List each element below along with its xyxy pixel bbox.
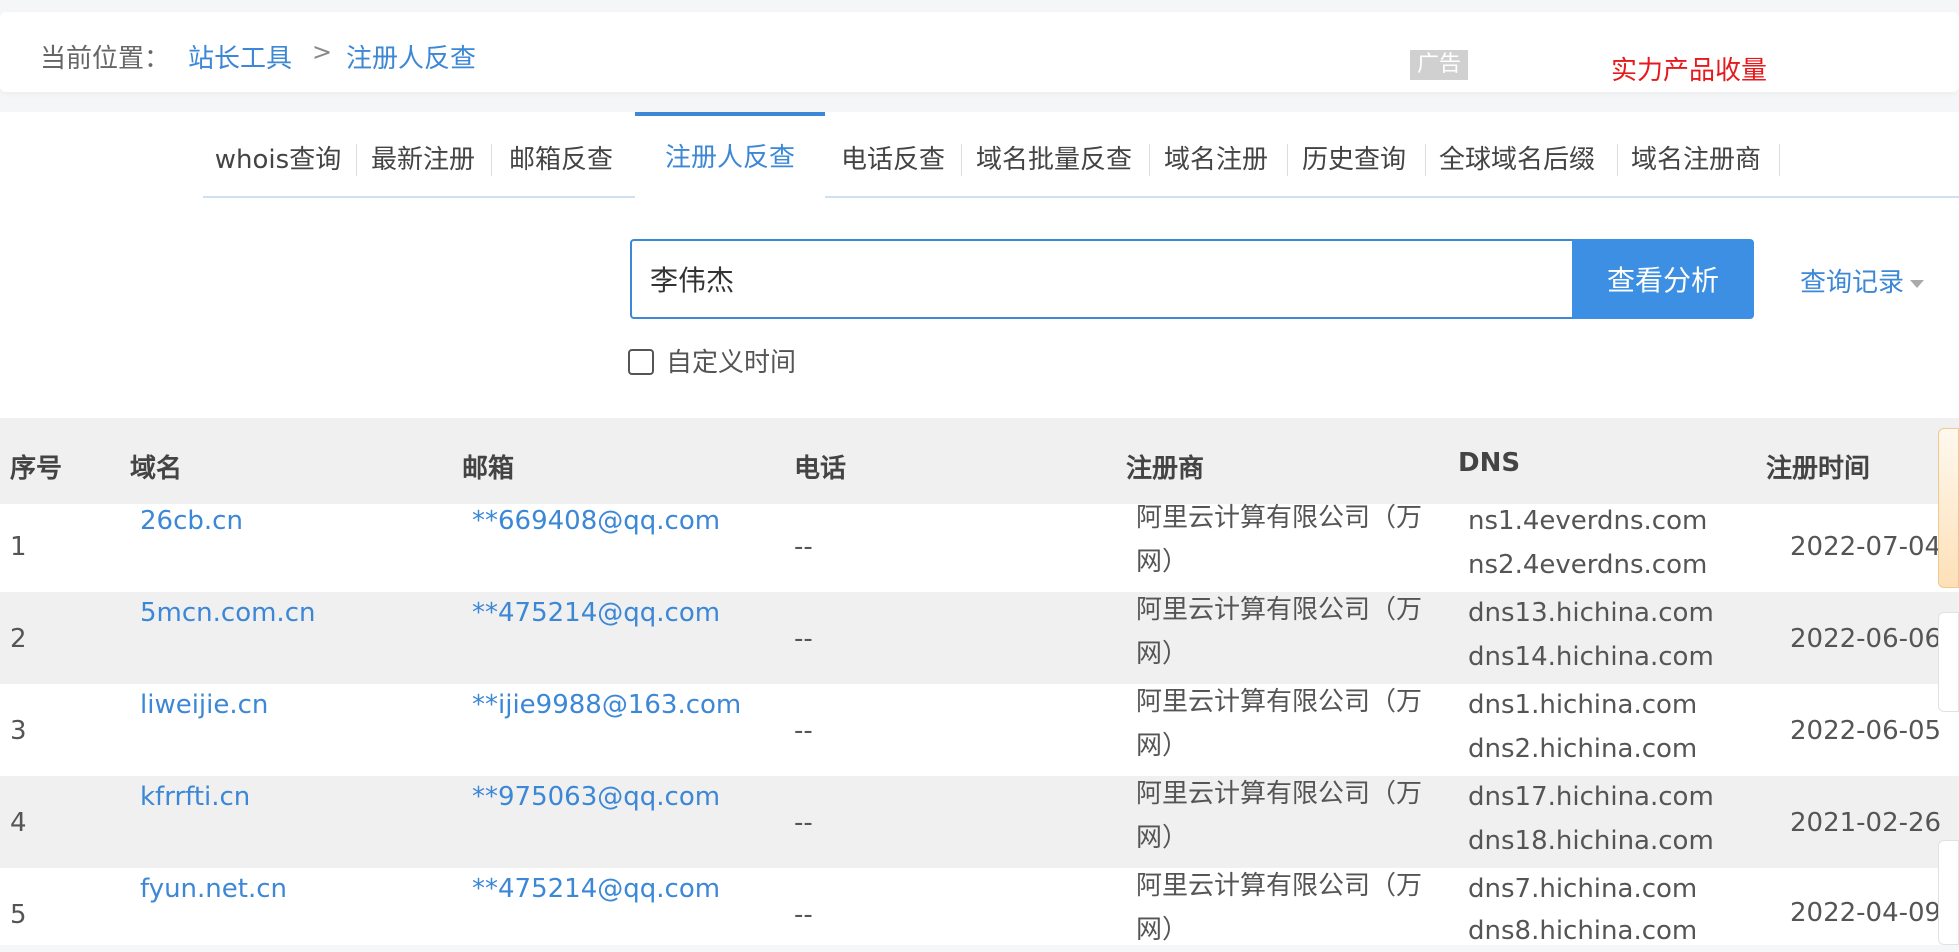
- custom-time-label: 自定义时间: [666, 348, 797, 378]
- row-index: 2: [10, 624, 27, 654]
- floating-top-widget[interactable]: [1938, 612, 1959, 712]
- custom-time-option[interactable]: 自定义时间: [628, 342, 796, 379]
- search-input[interactable]: [632, 241, 1572, 317]
- row-email-link[interactable]: **669408@qq.com: [472, 506, 720, 536]
- table-header: 序号 域名 邮箱 电话 注册商 DNS 注册时间: [0, 418, 1959, 504]
- row-registrar: 阿里云计算有限公司（万网）: [1136, 503, 1423, 577]
- breadcrumb-prefix: 当前位置：: [40, 44, 171, 74]
- row-registrar: 阿里云计算有限公司（万网）: [1136, 595, 1423, 669]
- row-phone: --: [794, 900, 813, 930]
- tab-divider: [1287, 144, 1288, 176]
- tab-divider: [1617, 144, 1618, 176]
- query-history-dropdown[interactable]: 查询记录: [1800, 262, 1925, 299]
- table-row: 4 kfrrfti.cn **975063@qq.com -- 阿里云计算有限公…: [0, 776, 1959, 868]
- custom-time-checkbox[interactable]: [628, 349, 654, 375]
- tab-registrant-lookup[interactable]: 注册人反查: [635, 112, 825, 200]
- table-row: 3 liweijie.cn **ijie9988@163.com -- 阿里云计…: [0, 684, 1959, 776]
- tab-email-lookup[interactable]: 邮箱反查: [503, 140, 619, 180]
- row-dns-primary: dns1.hichina.com: [1468, 690, 1698, 720]
- caret-down-icon: [1910, 279, 1925, 288]
- row-registrar: 阿里云计算有限公司（万网）: [1136, 779, 1423, 853]
- column-header-phone: 电话: [794, 454, 847, 484]
- tab-divider: [1779, 144, 1780, 176]
- row-domain-link[interactable]: fyun.net.cn: [140, 874, 287, 904]
- row-domain-link[interactable]: 26cb.cn: [140, 506, 243, 536]
- analyze-button[interactable]: 查看分析: [1572, 239, 1754, 319]
- ad-promo-link[interactable]: 实力产品收量: [1611, 50, 1767, 87]
- column-header-domain: 域名: [130, 454, 183, 484]
- row-index: 1: [10, 532, 27, 562]
- row-registrar: 阿里云计算有限公司（万网）: [1136, 871, 1423, 945]
- column-header-reg-date: 注册时间: [1766, 454, 1871, 484]
- table-row: 1 26cb.cn **669408@qq.com -- 阿里云计算有限公司（万…: [0, 502, 1959, 594]
- column-header-registrar: 注册商: [1126, 454, 1205, 484]
- row-email-link[interactable]: **ijie9988@163.com: [472, 690, 741, 720]
- row-dns-secondary: dns2.hichina.com: [1468, 734, 1698, 764]
- row-dns-secondary: dns8.hichina.com: [1468, 916, 1698, 946]
- row-domain-link[interactable]: kfrrfti.cn: [140, 782, 250, 812]
- row-dns-primary: ns1.4everdns.com: [1468, 506, 1708, 536]
- row-phone: --: [794, 716, 813, 746]
- tab-divider: [356, 144, 357, 176]
- column-header-index: 序号: [10, 454, 63, 484]
- row-dns-secondary: dns18.hichina.com: [1468, 826, 1714, 856]
- row-email-link[interactable]: **475214@qq.com: [472, 598, 720, 628]
- tab-phone-lookup[interactable]: 电话反查: [837, 140, 949, 180]
- breadcrumb-separator: >: [312, 38, 333, 66]
- row-dns-secondary: dns14.hichina.com: [1468, 642, 1714, 672]
- floating-service-widget[interactable]: [1938, 428, 1959, 588]
- row-registrar: 阿里云计算有限公司（万网）: [1136, 687, 1423, 761]
- row-reg-date: 2022-06-06: [1790, 624, 1942, 654]
- search-box: [630, 239, 1574, 319]
- table-row: 5 fyun.net.cn **475214@qq.com -- 阿里云计算有限…: [0, 868, 1959, 946]
- tab-registrars[interactable]: 域名注册商: [1629, 140, 1763, 180]
- row-index: 4: [10, 808, 27, 838]
- tab-whois[interactable]: whois查询: [213, 140, 343, 180]
- tab-divider: [1149, 144, 1150, 176]
- row-email-link[interactable]: **975063@qq.com: [472, 782, 720, 812]
- floating-widget[interactable]: [1938, 840, 1959, 945]
- row-reg-date: 2022-04-09: [1790, 898, 1942, 928]
- tab-history-lookup[interactable]: 历史查询: [1299, 140, 1409, 180]
- row-email-link[interactable]: **475214@qq.com: [472, 874, 720, 904]
- row-index: 3: [10, 716, 27, 746]
- tab-divider: [961, 144, 962, 176]
- main-panel: whois查询 最新注册 邮箱反查 注册人反查 电话反查 域名批量反查 域名注册…: [0, 112, 1959, 946]
- row-domain-link[interactable]: 5mcn.com.cn: [140, 598, 315, 628]
- row-dns-primary: dns7.hichina.com: [1468, 874, 1698, 904]
- column-header-email: 邮箱: [462, 454, 515, 484]
- breadcrumb-item-registrant-lookup[interactable]: 注册人反查: [346, 38, 476, 75]
- tab-divider: [1425, 144, 1426, 176]
- row-domain-link[interactable]: liweijie.cn: [140, 690, 268, 720]
- tab-divider: [491, 144, 492, 176]
- column-header-dns: DNS: [1458, 448, 1521, 478]
- row-dns-primary: dns17.hichina.com: [1468, 782, 1714, 812]
- tab-domain-registration[interactable]: 域名注册: [1161, 140, 1271, 180]
- table-row: 2 5mcn.com.cn **475214@qq.com -- 阿里云计算有限…: [0, 592, 1959, 684]
- ad-tag: 广告: [1410, 50, 1468, 80]
- breadcrumb: 当前位置： 站长工具 > 注册人反查 广告 实力产品收量: [0, 12, 1959, 92]
- row-phone: --: [794, 532, 813, 562]
- row-reg-date: 2022-07-04: [1790, 532, 1942, 562]
- row-reg-date: 2022-06-05: [1790, 716, 1942, 746]
- row-index: 5: [10, 900, 27, 930]
- tab-latest-registration[interactable]: 最新注册: [368, 140, 478, 180]
- row-dns-primary: dns13.hichina.com: [1468, 598, 1714, 628]
- row-phone: --: [794, 624, 813, 654]
- tab-batch-domain-lookup[interactable]: 域名批量反查: [973, 140, 1135, 180]
- row-reg-date: 2021-02-26: [1790, 808, 1942, 838]
- tab-bar: whois查询 最新注册 邮箱反查 注册人反查 电话反查 域名批量反查 域名注册…: [203, 112, 1959, 200]
- query-history-label: 查询记录: [1800, 268, 1905, 298]
- tab-global-tld[interactable]: 全球域名后缀: [1437, 140, 1597, 180]
- row-phone: --: [794, 808, 813, 838]
- breadcrumb-item-webmaster-tools[interactable]: 站长工具: [188, 38, 292, 75]
- row-dns-secondary: ns2.4everdns.com: [1468, 550, 1708, 580]
